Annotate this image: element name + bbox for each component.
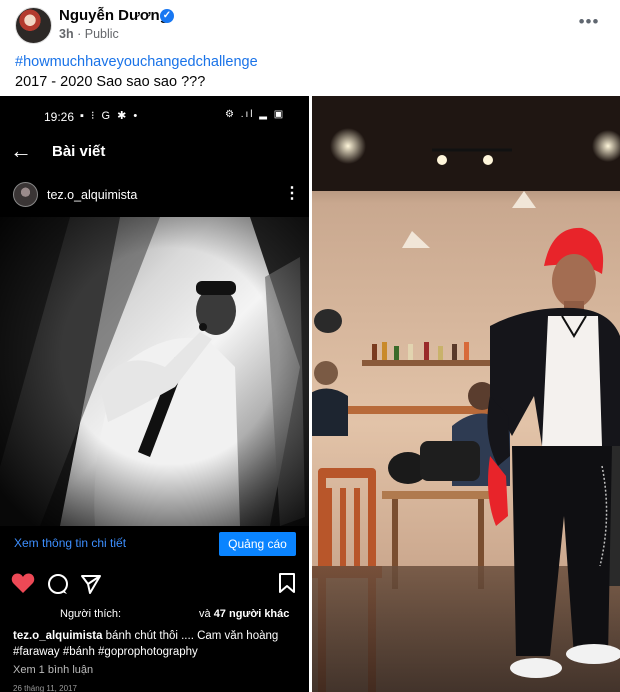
- photo-left[interactable]: 19:26 ▪ ⁝ G ✱ • ⚙ .ıl ▂ ▣ ← Bài viết tez…: [0, 96, 309, 692]
- bookmark-icon[interactable]: [277, 572, 297, 594]
- audience-label: Public: [84, 27, 119, 41]
- likes-prefix: và: [199, 608, 214, 620]
- status-time: 19:26: [44, 110, 75, 124]
- comment-icon[interactable]: [47, 573, 69, 595]
- back-arrow-icon[interactable]: ←: [10, 138, 32, 164]
- post-caption: 2017 - 2020 Sao sao sao ???: [15, 74, 206, 90]
- cafe-portrait-photo: [312, 96, 620, 692]
- view-details-link[interactable]: Xem thông tin chi tiết: [14, 536, 126, 550]
- ig-action-icons: [0, 570, 309, 600]
- author-avatar[interactable]: [15, 7, 52, 44]
- ig-caption-tags[interactable]: #faraway #bánh #goprophotography: [13, 646, 198, 658]
- post-time[interactable]: 3h: [59, 27, 74, 41]
- photo-right[interactable]: [312, 96, 620, 692]
- status-icons: ▪ ⁝ G ✱ •: [80, 110, 140, 122]
- phone-status-bar: 19:26 ▪ ⁝ G ✱ • ⚙ .ıl ▂ ▣: [0, 96, 309, 136]
- ig-post-date: 26 tháng 11, 2017: [13, 684, 77, 692]
- hashtag-link[interactable]: #howmuchhaveyouchangedchallenge: [15, 52, 258, 72]
- ig-caption: tez.o_alquimista bánh chút thôi .... Cam…: [13, 628, 303, 660]
- likes-label: Người thích:: [60, 608, 122, 620]
- ig-nav-bar: ← Bài viết: [0, 136, 309, 172]
- meta-separator: ·: [77, 27, 82, 41]
- ig-caption-text: bánh chút thôi .... Cam văn hoàng: [102, 630, 279, 642]
- signal-battery-icons: ⚙ .ıl ▂ ▣: [225, 109, 286, 120]
- post-text: #howmuchhaveyouchangedchallenge 2017 - 2…: [15, 52, 258, 92]
- ig-avatar[interactable]: [13, 182, 38, 207]
- ig-page-title: Bài viết: [52, 143, 106, 160]
- post-meta: 3h · Public: [59, 27, 119, 41]
- ig-ad-row: Xem thông tin chi tiết Quảng cáo: [0, 530, 309, 556]
- ig-more-icon[interactable]: ⋮: [284, 183, 300, 203]
- author-name[interactable]: Nguyễn Dương: [59, 7, 169, 24]
- ig-username[interactable]: tez.o_alquimista: [47, 188, 137, 202]
- more-options-icon[interactable]: •••: [576, 9, 602, 35]
- ig-user-row: tez.o_alquimista ⋮: [0, 180, 309, 210]
- likes-count[interactable]: và 47 người khác: [199, 608, 289, 620]
- post-header: Nguyễn Dương ✓ 3h · Public •••: [0, 0, 620, 50]
- ad-button[interactable]: Quảng cáo: [219, 532, 296, 556]
- bw-photo-art: [0, 217, 309, 526]
- ig-caption-user[interactable]: tez.o_alquimista: [13, 630, 102, 642]
- view-comments-link[interactable]: Xem 1 bình luận: [13, 664, 93, 676]
- share-icon[interactable]: [80, 573, 102, 595]
- bw-portrait-photo: [0, 217, 309, 526]
- likes-number: 47 người khác: [213, 608, 290, 620]
- verified-badge-icon: ✓: [160, 9, 174, 23]
- heart-icon[interactable]: [11, 572, 35, 594]
